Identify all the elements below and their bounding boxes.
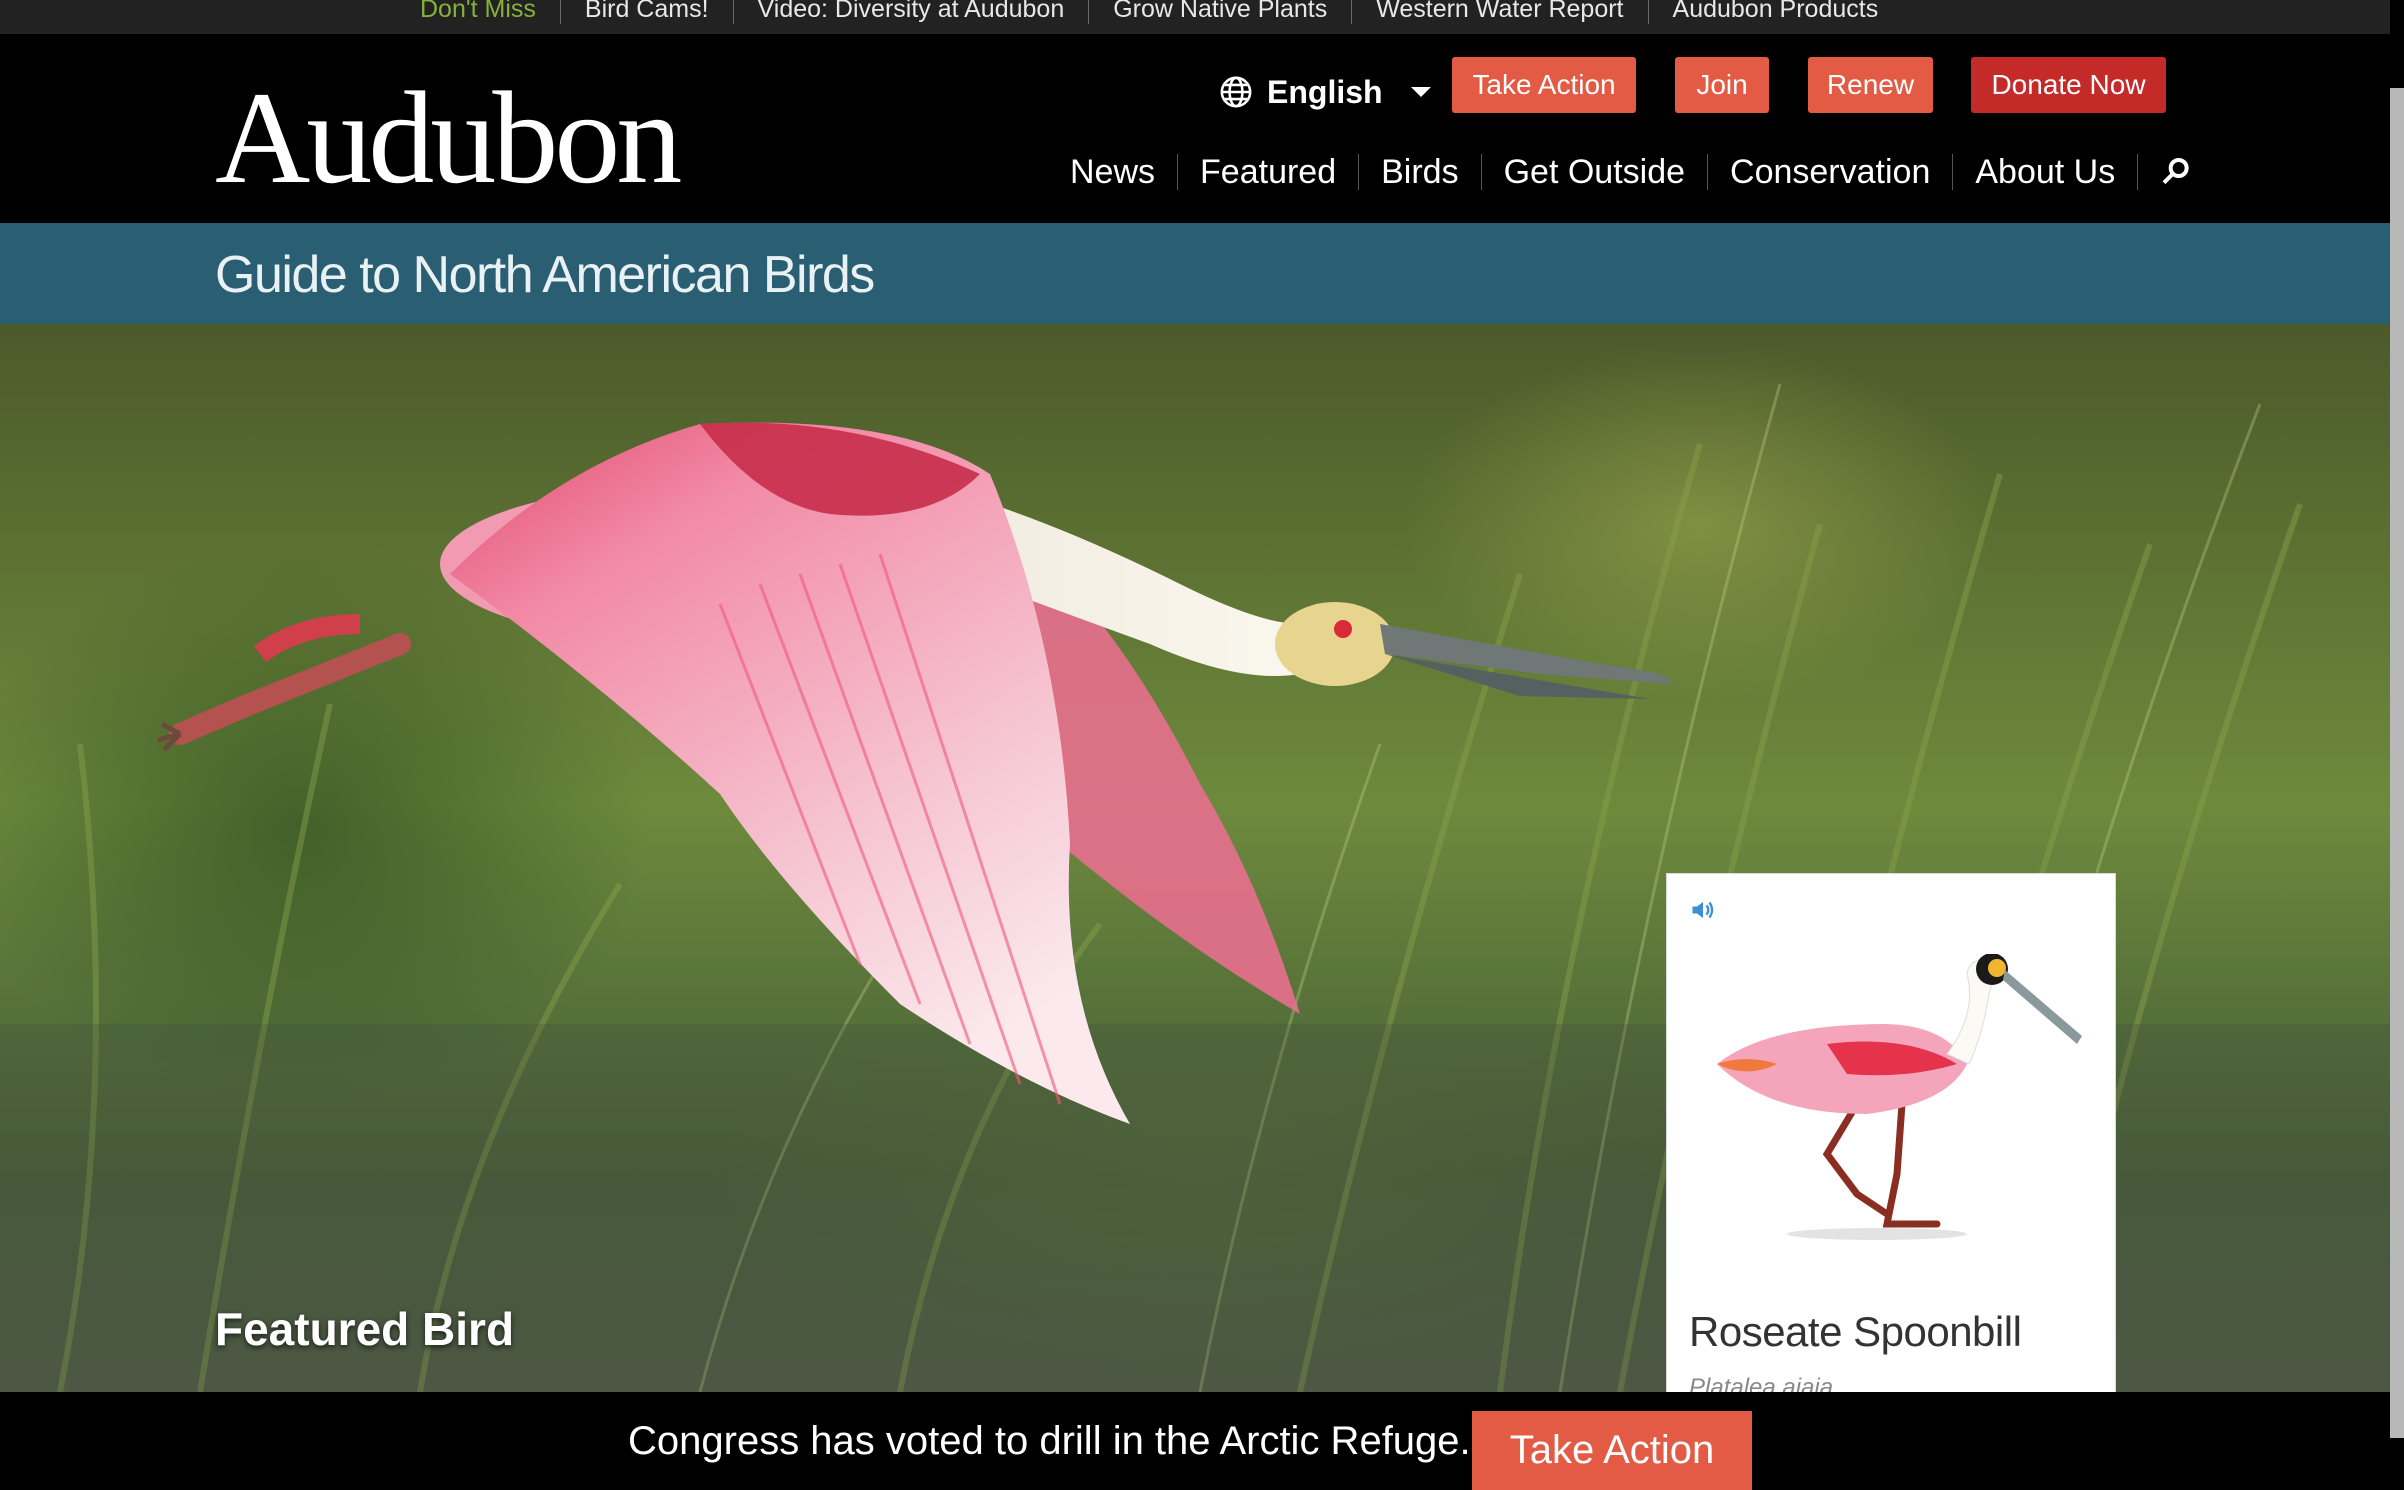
bird-name[interactable]: Roseate Spoonbill — [1689, 1308, 2022, 1356]
nav-item-about-us[interactable]: About Us — [1952, 154, 2137, 190]
dont-miss-strip: Don't Miss Bird Cams! Video: Diversity a… — [0, 0, 2390, 34]
main-nav: News Featured Birds Get Outside Conserva… — [1048, 144, 2192, 200]
nav-item-news[interactable]: News — [1048, 154, 1177, 190]
dont-miss-link-diversity-video[interactable]: Video: Diversity at Audubon — [732, 0, 1089, 24]
page-title: Guide to North American Birds — [215, 246, 875, 304]
language-selector[interactable]: English — [1219, 64, 1431, 120]
nav-item-birds[interactable]: Birds — [1358, 154, 1480, 190]
nav-item-conservation[interactable]: Conservation — [1707, 154, 1952, 190]
guide-title-band: Guide to North American Birds — [0, 223, 2390, 324]
language-label: English — [1267, 73, 1383, 110]
alert-message: Congress has voted to drill in the Arcti… — [628, 1419, 1471, 1463]
join-button[interactable]: Join — [1675, 57, 1769, 113]
search-button[interactable] — [2137, 154, 2192, 190]
renew-button[interactable]: Renew — [1808, 57, 1933, 113]
nav-item-get-outside[interactable]: Get Outside — [1480, 154, 1707, 190]
dont-miss-link-native-plants[interactable]: Grow Native Plants — [1088, 0, 1351, 24]
page-scrollbar[interactable] — [2390, 88, 2404, 1438]
dont-miss-link-water-report[interactable]: Western Water Report — [1351, 0, 1647, 24]
site-header: Audubon English Take Action Join Renew D… — [0, 34, 2390, 223]
speaker-icon[interactable] — [1689, 896, 1717, 924]
featured-bird-label: Featured Bird — [215, 1303, 515, 1355]
dont-miss-link-products[interactable]: Audubon Products — [1647, 0, 1903, 24]
globe-icon — [1220, 76, 1252, 108]
featured-bird-card[interactable]: Roseate Spoonbill Platalea ajaja — [1666, 873, 2116, 1395]
roseate-spoonbill-illustration — [1717, 954, 2082, 1240]
alert-take-action-button[interactable]: Take Action — [1472, 1411, 1752, 1490]
chevron-down-icon — [1410, 87, 1431, 97]
nav-item-featured[interactable]: Featured — [1177, 154, 1358, 190]
dont-miss-label: Don't Miss — [420, 0, 536, 23]
donate-now-button[interactable]: Donate Now — [1971, 57, 2166, 113]
dont-miss-link-bird-cams[interactable]: Bird Cams! — [559, 0, 733, 24]
take-action-button[interactable]: Take Action — [1452, 57, 1636, 113]
arctic-refuge-alert-bar: Congress has voted to drill in the Arcti… — [0, 1392, 2390, 1490]
search-icon — [2162, 158, 2189, 185]
audubon-logo[interactable]: Audubon — [215, 72, 682, 204]
